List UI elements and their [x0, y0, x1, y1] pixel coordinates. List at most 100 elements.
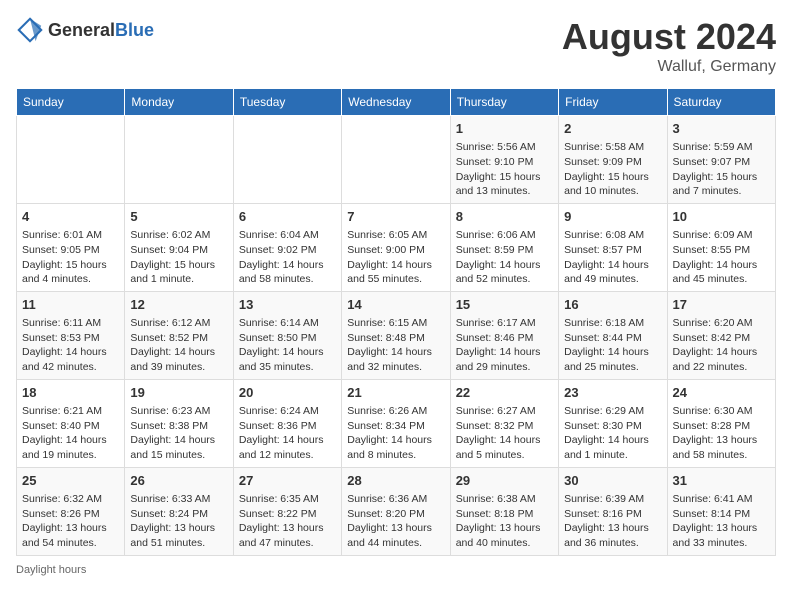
calendar-week-row: 11 Sunrise: 6:11 AM Sunset: 8:53 PM Dayli…: [17, 291, 776, 379]
day-number: 6: [239, 208, 336, 226]
calendar-week-row: 18 Sunrise: 6:21 AM Sunset: 8:40 PM Dayli…: [17, 379, 776, 467]
day-number: 27: [239, 472, 336, 490]
calendar-cell: 19Sunrise: 6:23 AM Sunset: 8:38 PM Dayli…: [125, 379, 233, 467]
calendar-cell: 13 Sunrise: 6:14 AM Sunset: 8:50 PM Dayli…: [233, 291, 341, 379]
logo: GeneralBlue: [16, 16, 154, 44]
calendar-cell: 3 Sunrise: 5:59 AM Sunset: 9:07 PM Daylig…: [667, 116, 775, 204]
day-info: Sunrise: 6:23 AM Sunset: 8:38 PM Dayligh…: [130, 404, 227, 463]
day-info: Sunrise: 6:38 AM Sunset: 8:18 PM Dayligh…: [456, 492, 553, 551]
calendar-cell: 9Sunrise: 6:08 AM Sunset: 8:57 PM Daylig…: [559, 203, 667, 291]
calendar-cell: 5Sunrise: 6:02 AM Sunset: 9:04 PM Daylig…: [125, 203, 233, 291]
day-info: Sunrise: 6:26 AM Sunset: 8:34 PM Dayligh…: [347, 404, 444, 463]
calendar-cell: 23 Sunrise: 6:29 AM Sunset: 8:30 PM Dayli…: [559, 379, 667, 467]
calendar-cell: 18 Sunrise: 6:21 AM Sunset: 8:40 PM Dayli…: [17, 379, 125, 467]
calendar-cell: 21 Sunrise: 6:26 AM Sunset: 8:34 PM Dayli…: [342, 379, 450, 467]
calendar-header-thursday: Thursday: [450, 89, 558, 116]
calendar-cell: 2 Sunrise: 5:58 AM Sunset: 9:09 PM Daylig…: [559, 116, 667, 204]
day-number: 22: [456, 384, 553, 402]
day-number: 4: [22, 208, 119, 226]
day-number: 17: [673, 296, 770, 314]
day-info: Sunrise: 6:30 AM Sunset: 8:28 PM Dayligh…: [673, 404, 770, 463]
day-number: 26: [130, 472, 227, 490]
day-number: 28: [347, 472, 444, 490]
calendar-week-row: 25Sunrise: 6:32 AM Sunset: 8:26 PM Dayli…: [17, 467, 776, 555]
calendar-cell: 29 Sunrise: 6:38 AM Sunset: 8:18 PM Dayli…: [450, 467, 558, 555]
calendar-cell: 12 Sunrise: 6:12 AM Sunset: 8:52 PM Dayli…: [125, 291, 233, 379]
calendar-cell: 20 Sunrise: 6:24 AM Sunset: 8:36 PM Dayli…: [233, 379, 341, 467]
calendar-cell: [342, 116, 450, 204]
day-number: 8: [456, 208, 553, 226]
calendar-cell: [233, 116, 341, 204]
day-info: Sunrise: 6:41 AM Sunset: 8:14 PM Dayligh…: [673, 492, 770, 551]
day-info: Sunrise: 6:35 AM Sunset: 8:22 PM Dayligh…: [239, 492, 336, 551]
day-number: 29: [456, 472, 553, 490]
calendar-cell: 11 Sunrise: 6:11 AM Sunset: 8:53 PM Dayli…: [17, 291, 125, 379]
day-info: Sunrise: 6:01 AM Sunset: 9:05 PM Dayligh…: [22, 228, 119, 287]
day-number: 1: [456, 120, 553, 138]
day-number: 30: [564, 472, 661, 490]
day-number: 18: [22, 384, 119, 402]
day-info: Sunrise: 5:59 AM Sunset: 9:07 PM Dayligh…: [673, 140, 770, 199]
calendar-cell: 31 Sunrise: 6:41 AM Sunset: 8:14 PM Dayli…: [667, 467, 775, 555]
calendar-cell: 26 Sunrise: 6:33 AM Sunset: 8:24 PM Dayli…: [125, 467, 233, 555]
day-info: Sunrise: 6:17 AM Sunset: 8:46 PM Dayligh…: [456, 316, 553, 375]
logo-general: General: [48, 20, 115, 40]
day-info: Sunrise: 6:14 AM Sunset: 8:50 PM Dayligh…: [239, 316, 336, 375]
month-title: August 2024: [562, 16, 776, 58]
footer-note: Daylight hours: [16, 564, 776, 576]
day-info: Sunrise: 6:21 AM Sunset: 8:40 PM Dayligh…: [22, 404, 119, 463]
day-info: Sunrise: 6:04 AM Sunset: 9:02 PM Dayligh…: [239, 228, 336, 287]
logo-text: GeneralBlue: [48, 20, 154, 41]
calendar-header-row: SundayMondayTuesdayWednesdayThursdayFrid…: [17, 89, 776, 116]
calendar-week-row: 4 Sunrise: 6:01 AM Sunset: 9:05 PM Daylig…: [17, 203, 776, 291]
day-info: Sunrise: 6:05 AM Sunset: 9:00 PM Dayligh…: [347, 228, 444, 287]
calendar-table: SundayMondayTuesdayWednesdayThursdayFrid…: [16, 88, 776, 556]
day-number: 20: [239, 384, 336, 402]
day-number: 13: [239, 296, 336, 314]
day-number: 24: [673, 384, 770, 402]
calendar-header-wednesday: Wednesday: [342, 89, 450, 116]
day-number: 7: [347, 208, 444, 226]
day-info: Sunrise: 5:58 AM Sunset: 9:09 PM Dayligh…: [564, 140, 661, 199]
day-number: 3: [673, 120, 770, 138]
day-info: Sunrise: 6:06 AM Sunset: 8:59 PM Dayligh…: [456, 228, 553, 287]
day-info: Sunrise: 6:36 AM Sunset: 8:20 PM Dayligh…: [347, 492, 444, 551]
day-number: 23: [564, 384, 661, 402]
day-info: Sunrise: 6:12 AM Sunset: 8:52 PM Dayligh…: [130, 316, 227, 375]
logo-icon: [16, 16, 44, 44]
calendar-cell: 22Sunrise: 6:27 AM Sunset: 8:32 PM Dayli…: [450, 379, 558, 467]
logo-blue: Blue: [115, 20, 154, 40]
day-info: Sunrise: 6:20 AM Sunset: 8:42 PM Dayligh…: [673, 316, 770, 375]
day-info: Sunrise: 6:33 AM Sunset: 8:24 PM Dayligh…: [130, 492, 227, 551]
day-info: Sunrise: 6:32 AM Sunset: 8:26 PM Dayligh…: [22, 492, 119, 551]
calendar-week-row: 1 Sunrise: 5:56 AM Sunset: 9:10 PM Daylig…: [17, 116, 776, 204]
calendar-cell: 10Sunrise: 6:09 AM Sunset: 8:55 PM Dayli…: [667, 203, 775, 291]
day-info: Sunrise: 6:24 AM Sunset: 8:36 PM Dayligh…: [239, 404, 336, 463]
calendar-cell: [125, 116, 233, 204]
day-number: 31: [673, 472, 770, 490]
calendar-cell: [17, 116, 125, 204]
day-info: Sunrise: 6:29 AM Sunset: 8:30 PM Dayligh…: [564, 404, 661, 463]
day-info: Sunrise: 6:18 AM Sunset: 8:44 PM Dayligh…: [564, 316, 661, 375]
day-number: 10: [673, 208, 770, 226]
day-info: Sunrise: 6:39 AM Sunset: 8:16 PM Dayligh…: [564, 492, 661, 551]
location-title: Walluf, Germany: [562, 58, 776, 76]
day-number: 21: [347, 384, 444, 402]
calendar-cell: 15 Sunrise: 6:17 AM Sunset: 8:46 PM Dayli…: [450, 291, 558, 379]
day-number: 11: [22, 296, 119, 314]
calendar-cell: 6 Sunrise: 6:04 AM Sunset: 9:02 PM Daylig…: [233, 203, 341, 291]
calendar-header-saturday: Saturday: [667, 89, 775, 116]
calendar-cell: 24 Sunrise: 6:30 AM Sunset: 8:28 PM Dayli…: [667, 379, 775, 467]
day-info: Sunrise: 6:11 AM Sunset: 8:53 PM Dayligh…: [22, 316, 119, 375]
day-number: 16: [564, 296, 661, 314]
day-info: Sunrise: 5:56 AM Sunset: 9:10 PM Dayligh…: [456, 140, 553, 199]
calendar-header-monday: Monday: [125, 89, 233, 116]
day-info: Sunrise: 6:02 AM Sunset: 9:04 PM Dayligh…: [130, 228, 227, 287]
calendar-header-friday: Friday: [559, 89, 667, 116]
day-number: 15: [456, 296, 553, 314]
calendar-cell: 16 Sunrise: 6:18 AM Sunset: 8:44 PM Dayli…: [559, 291, 667, 379]
day-number: 12: [130, 296, 227, 314]
day-info: Sunrise: 6:08 AM Sunset: 8:57 PM Dayligh…: [564, 228, 661, 287]
calendar-cell: 8 Sunrise: 6:06 AM Sunset: 8:59 PM Daylig…: [450, 203, 558, 291]
day-number: 2: [564, 120, 661, 138]
